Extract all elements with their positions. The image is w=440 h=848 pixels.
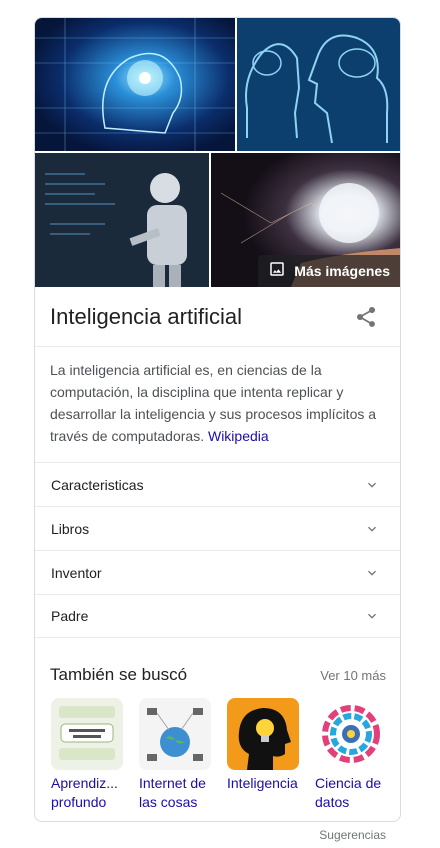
chevron-down-icon [368,482,376,488]
related-searches: También se buscó Ver 10 más Aprendiz... … [35,660,400,812]
more-images-label: Más imágenes [294,263,390,279]
knowledge-panel: Más imágenes Inteligencia artificial La … [34,17,401,822]
description: La inteligencia artificial es, en cienci… [50,347,385,462]
related-item-inteligencia[interactable]: Inteligencia [227,698,299,812]
related-thumbnail-image [227,698,299,770]
suggestions-link[interactable]: Sugerencias [319,828,386,842]
attributes-accordion: Caracteristicas Libros Inventor Padre [35,462,400,638]
related-thumbnail-image [139,698,211,770]
gallery-image-ai-brain[interactable] [35,18,235,151]
related-thumbnail-image [51,698,123,770]
chevron-down-icon [368,526,376,532]
image-gallery: Más imágenes [35,18,400,287]
see-more-link[interactable]: Ver 10 más [320,668,386,683]
share-button[interactable] [354,305,378,329]
related-item-label: Internet de las cosas [139,775,206,810]
accordion-item-padre[interactable]: Padre [35,594,400,638]
accordion-item-caracteristicas[interactable]: Caracteristicas [35,462,400,506]
related-item-label: Aprendiz... profundo [51,775,118,810]
related-item-label: Ciencia de datos [315,775,382,810]
page-title: Inteligencia artificial [50,303,242,329]
image-icon [268,260,286,283]
chevron-down-icon [368,570,376,576]
panel-header: Inteligencia artificial [35,287,400,347]
related-thumbnails: Aprendiz... profundo Internet de las cos… [35,698,400,812]
accordion-item-libros[interactable]: Libros [35,506,400,550]
related-item-label: Inteligencia [227,775,298,791]
accordion-label: Caracteristicas [51,476,144,493]
gallery-image-head-outlines[interactable] [237,18,400,151]
share-icon [356,306,376,327]
wikipedia-link[interactable]: Wikipedia [208,428,269,444]
accordion-label: Libros [51,520,90,537]
related-item-ciencia-de-datos[interactable]: Ciencia de datos [315,698,387,812]
related-item-aprendizaje-profundo[interactable]: Aprendiz... profundo [51,698,123,812]
related-item-internet-de-las-cosas[interactable]: Internet de las cosas [139,698,211,812]
accordion-item-inventor[interactable]: Inventor [35,550,400,594]
chevron-down-icon [368,613,376,619]
more-images-button[interactable]: Más imágenes [258,255,400,287]
related-title: También se buscó [50,665,188,684]
related-thumbnail-image [315,698,387,770]
gallery-image-robot[interactable] [35,153,209,287]
accordion-label: Padre [51,608,89,624]
related-header: También se buscó Ver 10 más [35,660,400,690]
accordion-label: Inventor [51,564,102,581]
